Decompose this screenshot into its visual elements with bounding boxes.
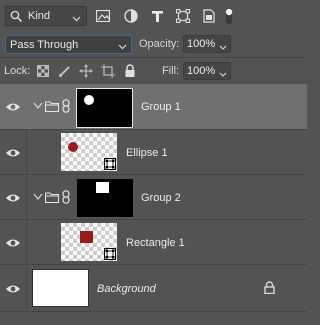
lock-position-icon[interactable]	[78, 63, 94, 79]
divider	[26, 175, 27, 219]
folder-icon	[44, 101, 60, 115]
layer-row-rectangle-1[interactable]: Rectangle 1	[0, 220, 307, 265]
layer-thumbnail[interactable]	[32, 269, 89, 307]
chevron-down-icon[interactable]	[33, 101, 43, 113]
divider	[26, 130, 27, 174]
layer-row-background[interactable]: Background	[0, 265, 307, 312]
group-mask-thumbnail[interactable]	[77, 179, 133, 217]
blend-mode-value: Pass Through	[10, 39, 79, 51]
chevron-down-icon	[118, 41, 127, 53]
layer-thumbnail[interactable]	[61, 133, 117, 171]
link-icon[interactable]	[62, 190, 70, 207]
chevron-down-icon	[72, 13, 81, 25]
adjustment-filter-icon[interactable]	[122, 6, 140, 26]
filter-toggle-icon[interactable]	[220, 6, 238, 26]
layer-filter-bar: Kind	[0, 0, 307, 32]
type-filter-icon[interactable]	[148, 6, 166, 26]
shape-layer-badge-icon	[104, 248, 116, 260]
lock-icon[interactable]	[264, 281, 275, 297]
chevron-down-icon[interactable]	[219, 41, 227, 53]
lock-label: Lock:	[4, 65, 31, 77]
layer-row-group-1[interactable]: Group 1	[0, 84, 307, 130]
layer-name[interactable]: Group 2	[141, 192, 181, 204]
lock-all-icon[interactable]	[122, 63, 138, 79]
shape-filter-icon[interactable]	[174, 6, 192, 26]
layers-panel: Kind Pass Through Opacity: 100% Lock: Fi…	[0, 0, 307, 325]
layer-thumbnail[interactable]	[61, 223, 117, 261]
lock-options-row: Lock: Fill: 100%	[0, 57, 307, 83]
lock-image-pixels-icon[interactable]	[57, 63, 73, 79]
opacity-label: Opacity:	[139, 38, 180, 50]
search-icon	[10, 10, 23, 26]
folder-icon	[44, 192, 60, 206]
smart-object-filter-icon[interactable]	[200, 6, 218, 26]
visibility-eye-icon[interactable]	[5, 283, 21, 295]
lock-artboard-icon[interactable]	[100, 63, 116, 79]
blend-options-row: Pass Through Opacity: 100%	[0, 32, 307, 56]
filter-icons	[94, 6, 244, 26]
layer-name[interactable]: Group 1	[141, 101, 181, 113]
fill-input[interactable]: 100%	[183, 62, 231, 80]
mask-circle-shape	[84, 95, 94, 105]
filter-kind-select[interactable]: Kind	[5, 6, 87, 26]
opacity-value: 100%	[187, 38, 216, 50]
visibility-eye-icon[interactable]	[5, 192, 21, 204]
rectangle-shape	[80, 231, 93, 243]
lock-transparent-pixels-icon[interactable]	[35, 63, 51, 79]
link-icon[interactable]	[62, 99, 70, 116]
divider	[26, 220, 27, 264]
fill-label: Fill:	[162, 65, 180, 77]
layer-row-group-2[interactable]: Group 2	[0, 175, 307, 220]
divider	[26, 265, 27, 311]
chevron-down-icon[interactable]	[33, 192, 43, 204]
blend-mode-select[interactable]: Pass Through	[5, 35, 132, 54]
layer-name[interactable]: Background	[97, 283, 156, 295]
shape-layer-badge-icon	[104, 158, 116, 170]
visibility-eye-icon[interactable]	[5, 237, 21, 249]
visibility-eye-icon[interactable]	[5, 147, 21, 159]
visibility-eye-icon[interactable]	[5, 101, 21, 113]
layer-name[interactable]: Ellipse 1	[126, 147, 168, 159]
chevron-down-icon[interactable]	[219, 68, 227, 80]
layer-name[interactable]: Rectangle 1	[126, 237, 185, 249]
layer-row-ellipse-1[interactable]: Ellipse 1	[0, 130, 307, 175]
image-filter-icon[interactable]	[94, 6, 112, 26]
layers-list: Group 1 Ellipse 1 Group 2 Rectangle 1 Ba…	[0, 84, 307, 325]
mask-square-shape	[96, 182, 109, 193]
filter-kind-label: Kind	[28, 10, 51, 22]
ellipse-shape	[68, 142, 78, 152]
group-mask-thumbnail[interactable]	[76, 88, 133, 128]
fill-value: 100%	[187, 65, 216, 77]
opacity-input[interactable]: 100%	[183, 35, 231, 53]
